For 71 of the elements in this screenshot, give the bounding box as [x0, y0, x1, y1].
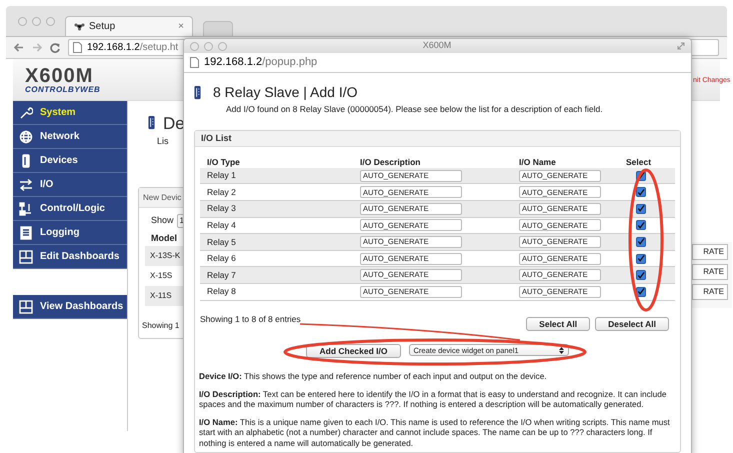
name-field[interactable]: RATE [692, 244, 728, 260]
help-paragraph: Device I/O: This shows the type and reference number of each input and output on the device. [199, 371, 548, 382]
reload-icon[interactable] [50, 42, 60, 52]
checkbox[interactable] [636, 286, 646, 297]
dashboard-icon [19, 250, 33, 264]
url-text: 192.168.1.2/setup.ht [87, 41, 178, 55]
intro-text: Add I/O found on 8 Relay Slave (00000054). Please see below the list for a description of each field. [226, 103, 604, 116]
page-icon [190, 57, 199, 68]
panel-title: I/O List [201, 132, 232, 144]
url-text: 192.168.1.2/popup.php [204, 55, 318, 70]
name-field[interactable]: RATE [692, 284, 728, 300]
page-subtitle: Lis [157, 135, 169, 148]
add-checked-button[interactable]: Add Checked I/O [306, 344, 400, 358]
browser-tab[interactable]: Setup × [65, 16, 193, 36]
column-header: I/O Type [206, 156, 241, 168]
checkbox[interactable] [636, 204, 646, 214]
page-icon [73, 42, 82, 53]
tab-close-button[interactable]: × [178, 19, 184, 34]
column-header: Select [625, 156, 652, 168]
dashboard-icon [19, 300, 33, 314]
sidebar-item[interactable]: View Dashboards [13, 295, 127, 319]
table-cell-text: Relay 1 [206, 169, 237, 182]
forward-icon[interactable] [32, 43, 42, 52]
sidebar-item[interactable]: Network [13, 125, 127, 149]
checkbox[interactable] [636, 187, 646, 198]
back-icon[interactable] [14, 43, 24, 52]
show-label: Show [151, 214, 174, 228]
table-cell-text: Relay 5 [206, 236, 237, 248]
column-header: I/O Name [519, 156, 557, 168]
sidebar-item[interactable]: I/O [13, 173, 127, 197]
popup-heading: 8 Relay Slave | Add I/O [213, 83, 358, 102]
name-field[interactable]: RATE [692, 264, 728, 280]
panel-title: New Devic [143, 192, 182, 204]
table-cell-text: Relay 7 [206, 268, 237, 282]
entries-count: Showing 1 to 8 of 8 entries [200, 312, 301, 326]
flowchart-icon [19, 202, 33, 216]
device-icon [194, 85, 201, 100]
checkbox[interactable] [636, 220, 646, 230]
sidebar-item[interactable]: System [13, 101, 127, 125]
table-cell-text: Relay 4 [206, 218, 237, 232]
window-title: X600M [422, 39, 452, 52]
table-cell-text: Relay 3 [206, 202, 237, 216]
sidebar-item[interactable]: Edit Dashboards [13, 245, 127, 269]
fullscreen-icon[interactable] [677, 42, 685, 50]
table-cell: X-11S [150, 290, 172, 302]
table-cell: X-13S-K [150, 250, 180, 262]
table-button[interactable]: Select All [526, 317, 590, 332]
checkbox[interactable] [636, 270, 646, 280]
checkbox[interactable] [636, 236, 646, 247]
updown-caret-icon [558, 346, 564, 354]
tab-title: Setup [89, 20, 116, 34]
network-icon [74, 22, 85, 30]
table-cell: X-15S [150, 270, 172, 282]
sidebar-item[interactable]: Devices [13, 149, 127, 173]
column-header: I/O Description [360, 156, 422, 168]
sidebar-item[interactable]: Control/Logic [13, 197, 127, 221]
table-cell-text: Relay 6 [206, 252, 237, 265]
log-icon [19, 226, 33, 240]
checkbox[interactable] [636, 254, 646, 264]
page-heading: De [163, 115, 185, 132]
table-cell-text: Relay 2 [206, 186, 237, 199]
logo: X600M CONTROLBYWEB [25, 66, 100, 94]
table-button[interactable]: Deselect All [595, 317, 669, 332]
sidebar-item[interactable]: Logging [13, 221, 127, 245]
entries-count: Showing 1 [142, 320, 180, 332]
arrows-icon [19, 178, 33, 192]
globe-icon [19, 130, 33, 144]
table-cell-text: Relay 8 [206, 285, 237, 298]
help-paragraph: I/O Name: This is a unique name given to each I/O. This name is used to reference the I/O when writing scripts. This name must start with an alphabetic (not a number) character and cannot include spaces. The name can be up to ??? characters long. If nothing is entered a name will automatically be generated. [199, 416, 671, 448]
help-paragraph: I/O Description: Text can be entered here to identify the I/O in a format that is easy to understand and recognize. It can include spaces and the maximum number of characters is ???. If nothing is entered a description will be automatically generated. [199, 388, 668, 410]
device-icon [148, 115, 155, 130]
